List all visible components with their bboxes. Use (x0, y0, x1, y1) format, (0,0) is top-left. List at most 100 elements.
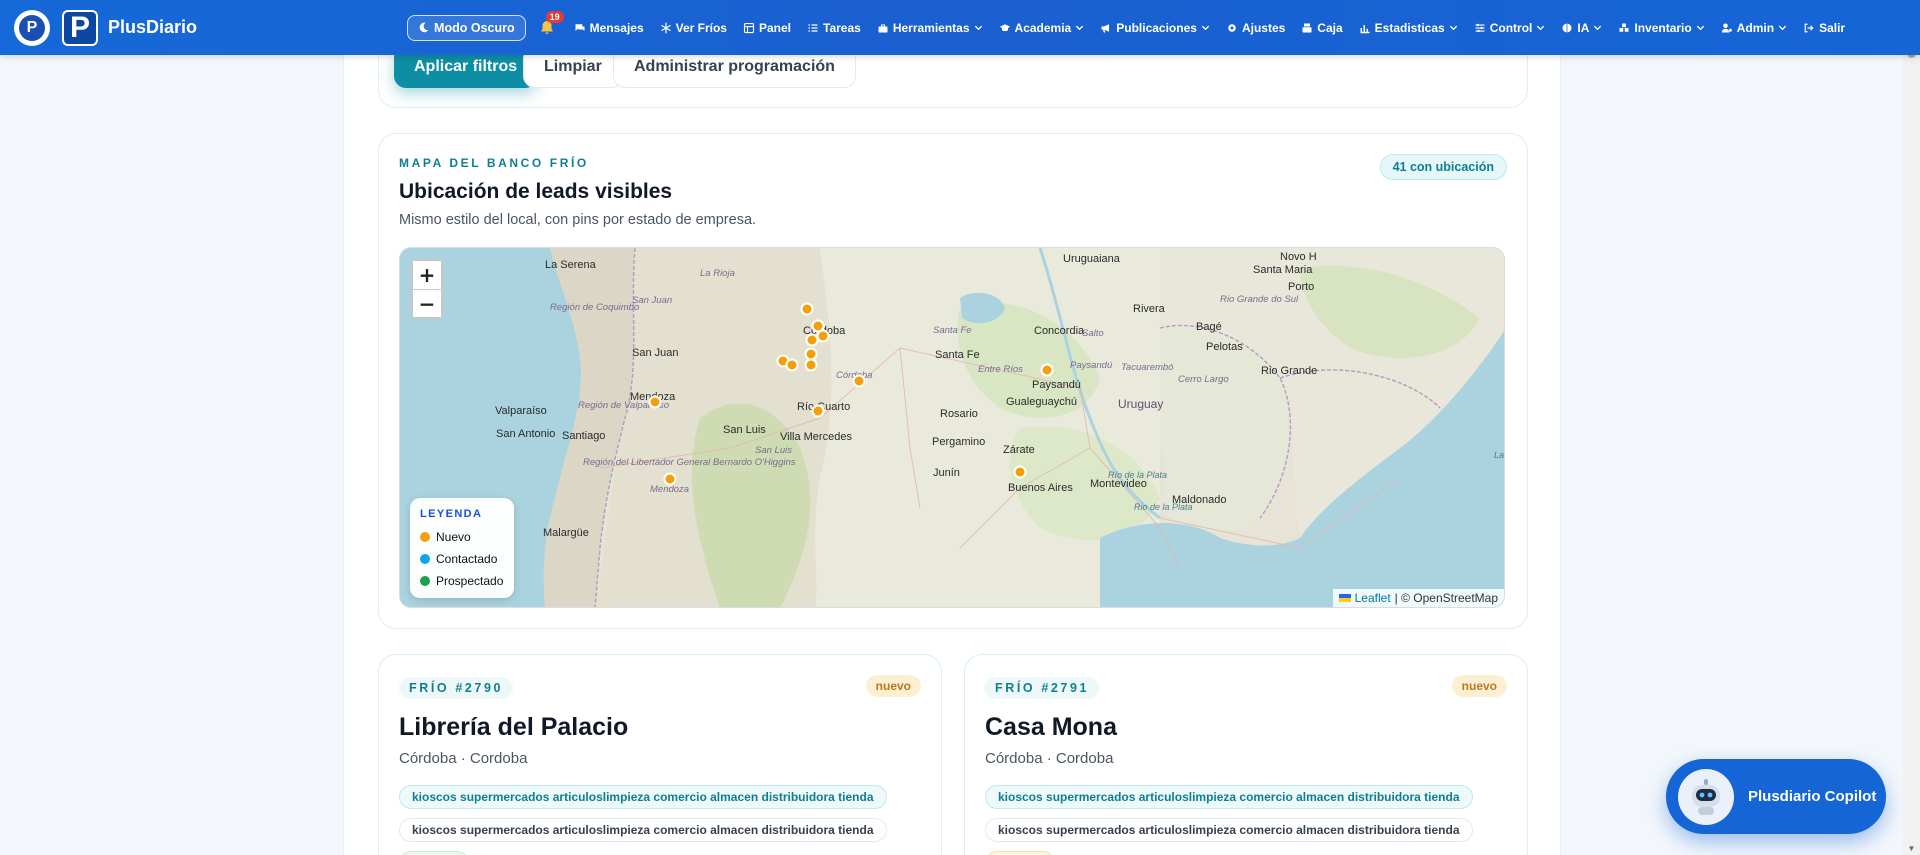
leaflet-link[interactable]: Leaflet (1355, 591, 1391, 605)
nav-item-admin[interactable]: Admin (1713, 0, 1795, 55)
chevron-down-icon (1076, 25, 1084, 31)
nav-item-tareas[interactable]: Tareas (799, 0, 869, 55)
nav-item-ajustes[interactable]: Ajustes (1218, 0, 1293, 55)
page-scrollbar[interactable]: ▲ ▼ (1903, 0, 1920, 855)
main-container: Aplicar filtros Limpiar Administrar prog… (344, 0, 1560, 855)
map-pin[interactable] (804, 347, 818, 361)
map-place-label: Rio de la Plata (1134, 502, 1193, 512)
snowflake-icon (660, 22, 671, 33)
legend-label-contactado: Contactado (436, 552, 498, 566)
map-place-label: Región de Coquimbo (550, 302, 639, 313)
legend-item-contactado: Contactado (420, 548, 504, 570)
gear-icon (1228, 23, 1236, 32)
map-pin[interactable] (816, 329, 830, 343)
map-title: Ubicación de leads visibles (399, 180, 673, 203)
nav-item-ia[interactable]: IA (1553, 0, 1610, 55)
map-place-label: Paysandú (1070, 360, 1113, 371)
lead-category-tag: kioscos supermercados articuloslimpieza … (399, 818, 887, 842)
map-place-label: Mendoza (650, 484, 689, 495)
lead-card[interactable]: FRÍO #2790 nuevo Librería del Palacio Có… (378, 654, 942, 855)
lead-category-tag: kioscos supermercados articuloslimpieza … (985, 818, 1473, 842)
nav-item-herramientas[interactable]: Herramientas (869, 0, 991, 55)
nav-item-label: Mensajes (589, 20, 644, 35)
map-place-label: San Antonio (496, 428, 555, 440)
megaphone-icon (1101, 23, 1110, 32)
map-pin[interactable] (785, 358, 799, 372)
zoom-out-button[interactable]: − (413, 289, 441, 317)
nav-item-salir[interactable]: Salir (1795, 0, 1853, 55)
nav-item-label: IA (1577, 20, 1590, 35)
notifications-button[interactable]: 19 (534, 10, 564, 41)
nav-item-inventario[interactable]: Inventario (1610, 0, 1712, 55)
lead-extra-tag (985, 851, 1055, 855)
chevron-down-icon (1537, 25, 1545, 31)
lead-extra-tag (399, 851, 469, 855)
boxes-icon (1619, 23, 1629, 32)
scroll-down-arrow-icon[interactable]: ▼ (1907, 844, 1916, 853)
zoom-in-button[interactable]: + (413, 261, 441, 289)
nav-item-panel[interactable]: Panel (735, 0, 799, 55)
app-round-logo[interactable]: P (14, 9, 50, 46)
nav-item-ver-frios[interactable]: Ver Fríos (652, 0, 735, 55)
map-zoom-control: + − (411, 259, 443, 319)
osm-attribution[interactable]: | © OpenStreetMap (1395, 591, 1498, 605)
map-place-label: La Serena (545, 259, 597, 271)
map-tiles[interactable]: La Serena Región de Coquimbo La Rioja San J… (400, 248, 1505, 608)
leads-map[interactable]: La Serena Región de Coquimbo La Rioja San J… (399, 247, 1505, 608)
nav-item-label: Panel (758, 20, 791, 35)
nav-item-label: Herramientas (892, 20, 970, 35)
map-pin[interactable] (804, 358, 818, 372)
nav-item-label: Inventario (1634, 20, 1692, 35)
map-pin[interactable] (811, 404, 825, 418)
copilot-button[interactable]: Plusdiario Copilot (1666, 759, 1886, 834)
brain-icon (1562, 23, 1572, 32)
legend-label-prospectado: Prospectado (436, 574, 504, 588)
map-pin[interactable] (852, 374, 866, 388)
location-count-badge: 41 con ubicación (1379, 154, 1507, 180)
map-place-label: Santa Fe (933, 325, 972, 336)
legend-item-nuevo: Nuevo (420, 526, 504, 548)
nav-item-label: Ver Fríos (675, 20, 727, 35)
map-card: MAPA DEL BANCO FRÍO Ubicación de leads v… (378, 133, 1528, 629)
map-pin[interactable] (805, 333, 819, 347)
map-pin[interactable] (648, 395, 662, 409)
map-place-label: Río de la Plata (1108, 470, 1167, 480)
map-place-label: San Juan (632, 295, 672, 306)
nav-item-caja[interactable]: Caja (1293, 0, 1350, 55)
brand-name[interactable]: PlusDiario (108, 17, 197, 38)
chevron-down-icon (1201, 25, 1210, 31)
nav-item-label: Control (1489, 20, 1533, 35)
logout-icon (1804, 23, 1814, 32)
map-place-label: Lag (1494, 450, 1505, 460)
map-place-label: Rio Grande do Sul (1220, 294, 1299, 305)
nav-item-academia[interactable]: Academia (991, 0, 1093, 55)
user-gear-icon (1721, 23, 1732, 32)
map-pin[interactable] (663, 472, 677, 486)
map-place-label: Santa Fe (935, 349, 980, 361)
nav-item-publicaciones[interactable]: Publicaciones (1092, 0, 1218, 55)
map-place-label: Santa Maria (1253, 264, 1313, 276)
lead-name[interactable]: Librería del Palacio (399, 713, 628, 742)
nav-item-label: Publicaciones (1116, 20, 1197, 35)
nav-item-estadisticas[interactable]: Estadisticas (1351, 0, 1466, 55)
map-place-label: Valparaíso (495, 405, 547, 417)
lead-card[interactable]: FRÍO #2791 nuevo Casa Mona Córdoba · Cor… (964, 654, 1528, 855)
map-place-label: Malargüe (543, 527, 589, 539)
map-pin[interactable] (1040, 363, 1054, 377)
ukraine-flag-icon (1338, 594, 1351, 602)
lead-name[interactable]: Casa Mona (985, 713, 1117, 742)
top-navbar: P P PlusDiario Modo Oscuro 19 Mensajes Ve… (0, 0, 1920, 55)
map-place-label: Santiago (562, 430, 605, 442)
map-attribution: Leaflet | © OpenStreetMap (1332, 589, 1504, 607)
moon-icon (419, 22, 429, 33)
map-pin[interactable] (800, 302, 814, 316)
nav-item-control[interactable]: Control (1466, 0, 1554, 55)
dark-mode-button[interactable]: Modo Oscuro (407, 14, 526, 41)
map-place-label: Villa Mercedes (780, 431, 852, 443)
nav-item-mensajes[interactable]: Mensajes (566, 0, 652, 55)
map-place-label: Pelotas (1206, 341, 1243, 353)
map-place-label: Salto (1082, 328, 1104, 339)
lead-id-badge: FRÍO #2791 (985, 677, 1100, 699)
brand-logo-icon[interactable]: P (62, 9, 98, 46)
map-pin[interactable] (1013, 465, 1027, 479)
